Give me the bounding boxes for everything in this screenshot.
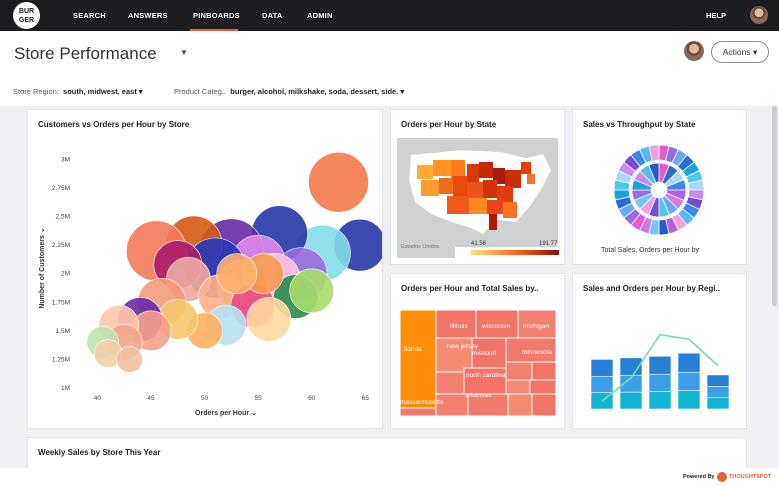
bar-segment	[590, 359, 614, 377]
x-tick-label: 65	[362, 395, 370, 402]
combo-chart	[590, 333, 730, 410]
y-axis-label: Number of Customers ⌄	[39, 227, 46, 308]
svg-text:massachusetts: massachusetts	[400, 399, 444, 406]
nav-admin[interactable]: ADMIN	[307, 0, 333, 31]
svg-text:wisconsin: wisconsin	[481, 323, 511, 330]
card-bubble-chart[interactable]: Customers vs Orders per Hour by Store 1M…	[27, 109, 383, 429]
powered-by-label: Powered By	[683, 474, 715, 480]
bar-segment	[619, 391, 643, 410]
y-tick-label: 2.75M	[52, 185, 70, 192]
legend-min-label: 41.56	[471, 241, 487, 247]
map-country-label: Estados Unidos	[401, 244, 440, 250]
y-tick-label: 3M	[61, 156, 70, 163]
bar-segment	[677, 371, 701, 391]
card-map[interactable]: Orders per Hour by State Estados Unidos …	[390, 109, 565, 265]
bubble-point	[289, 268, 335, 314]
bar-segment	[677, 390, 701, 410]
sunburst-chart	[613, 144, 705, 236]
y-tick-label: 1M	[61, 385, 70, 392]
bar-segment	[706, 374, 730, 387]
y-tick-label: 2.25M	[52, 242, 70, 249]
nav-search[interactable]: SEARCH	[73, 0, 106, 31]
legend-max-label: 191.77	[539, 241, 558, 247]
y-tick-label: 1.5M	[56, 328, 70, 335]
bar-segment	[648, 356, 672, 375]
treemap-cell-massachusetts	[399, 407, 437, 417]
svg-text:michigan: michigan	[523, 323, 549, 330]
bubble-point	[246, 297, 292, 342]
bubble-point	[216, 253, 258, 295]
bar-segment	[677, 352, 701, 373]
vertical-scrollbar[interactable]	[772, 106, 777, 306]
bubble-point	[116, 346, 143, 373]
svg-text:missouri: missouri	[472, 350, 496, 357]
user-avatar[interactable]	[750, 6, 768, 24]
svg-text:illinois: illinois	[450, 323, 468, 330]
card-title: Weekly Sales by Store This Year	[38, 448, 161, 457]
svg-text:minnesota: minnesota	[522, 349, 552, 356]
donut-caption: Total Sales, Orders per Hour by	[601, 247, 700, 254]
treemap-chart: florida illinois wisconsin michigan new …	[399, 309, 557, 417]
thoughtspot-brand: THOUGHTSPOT	[729, 474, 772, 480]
bar-segment	[648, 373, 672, 392]
page-title: Store Performance	[14, 44, 157, 63]
choropleth-map: Estados Unidos 41.56 191.77	[397, 138, 561, 259]
x-tick-label: 60	[308, 395, 316, 402]
x-tick-label: 45	[147, 395, 155, 402]
bubble-point	[308, 151, 369, 213]
bar-segment	[648, 391, 672, 410]
y-tick-label: 1.75M	[52, 299, 70, 306]
y-tick-label: 2.5M	[56, 214, 70, 221]
svg-text:north carolina: north carolina	[466, 372, 506, 379]
nav-data[interactable]: DATA	[262, 0, 283, 31]
card-combo-chart[interactable]: Sales and Orders per Hour by Regi..	[572, 273, 747, 429]
bar-segment	[706, 386, 730, 399]
footer	[0, 468, 779, 487]
chevron-down-icon[interactable]: ▼	[180, 48, 188, 57]
legend-gradient	[471, 250, 559, 255]
top-nav-bar: BUR GER SEARCH ANSWERS PINBOARDS DATA AD…	[0, 0, 779, 31]
thoughtspot-logo-icon	[717, 472, 727, 482]
bar-segment	[706, 397, 730, 410]
x-axis-label: Orders per Hour ⌄	[195, 410, 257, 417]
y-tick-label: 1.25M	[52, 356, 70, 363]
x-tick-label: 40	[94, 395, 102, 402]
card-treemap[interactable]: Orders per Hour and Total Sales by.. flo…	[390, 273, 565, 429]
nav-pinboards[interactable]: PINBOARDS	[193, 0, 240, 31]
brand-logo[interactable]: BUR GER	[13, 2, 40, 29]
card-donut-chart[interactable]: Sales vs Throughput by State Total Sales…	[572, 109, 747, 265]
nav-answers[interactable]: ANSWERS	[128, 0, 168, 31]
filter-store-region[interactable]: Store Region: south, midwest, east ▾	[13, 87, 143, 96]
filter-product-category[interactable]: Product Categ.. burger, alcohol, milksha…	[174, 87, 404, 96]
treemap-cell-florida	[399, 309, 437, 409]
x-tick-label: 55	[255, 395, 263, 402]
svg-text:arkansas: arkansas	[465, 392, 492, 399]
actions-button[interactable]: Actions ▾	[711, 41, 769, 63]
y-tick-label: 2M	[61, 271, 70, 278]
help-link[interactable]: HELP	[706, 0, 726, 31]
bar-segment	[590, 375, 614, 393]
svg-text:florida: florida	[404, 346, 422, 353]
svg-text:new jersey: new jersey	[447, 343, 479, 350]
bubble-chart: 1M 1.25M 1.5M 1.75M 2M 2.25M 2.5M 2.75M 3M 40 45 50…	[39, 151, 382, 417]
x-tick-label: 50	[201, 395, 209, 402]
author-avatar	[684, 41, 704, 61]
